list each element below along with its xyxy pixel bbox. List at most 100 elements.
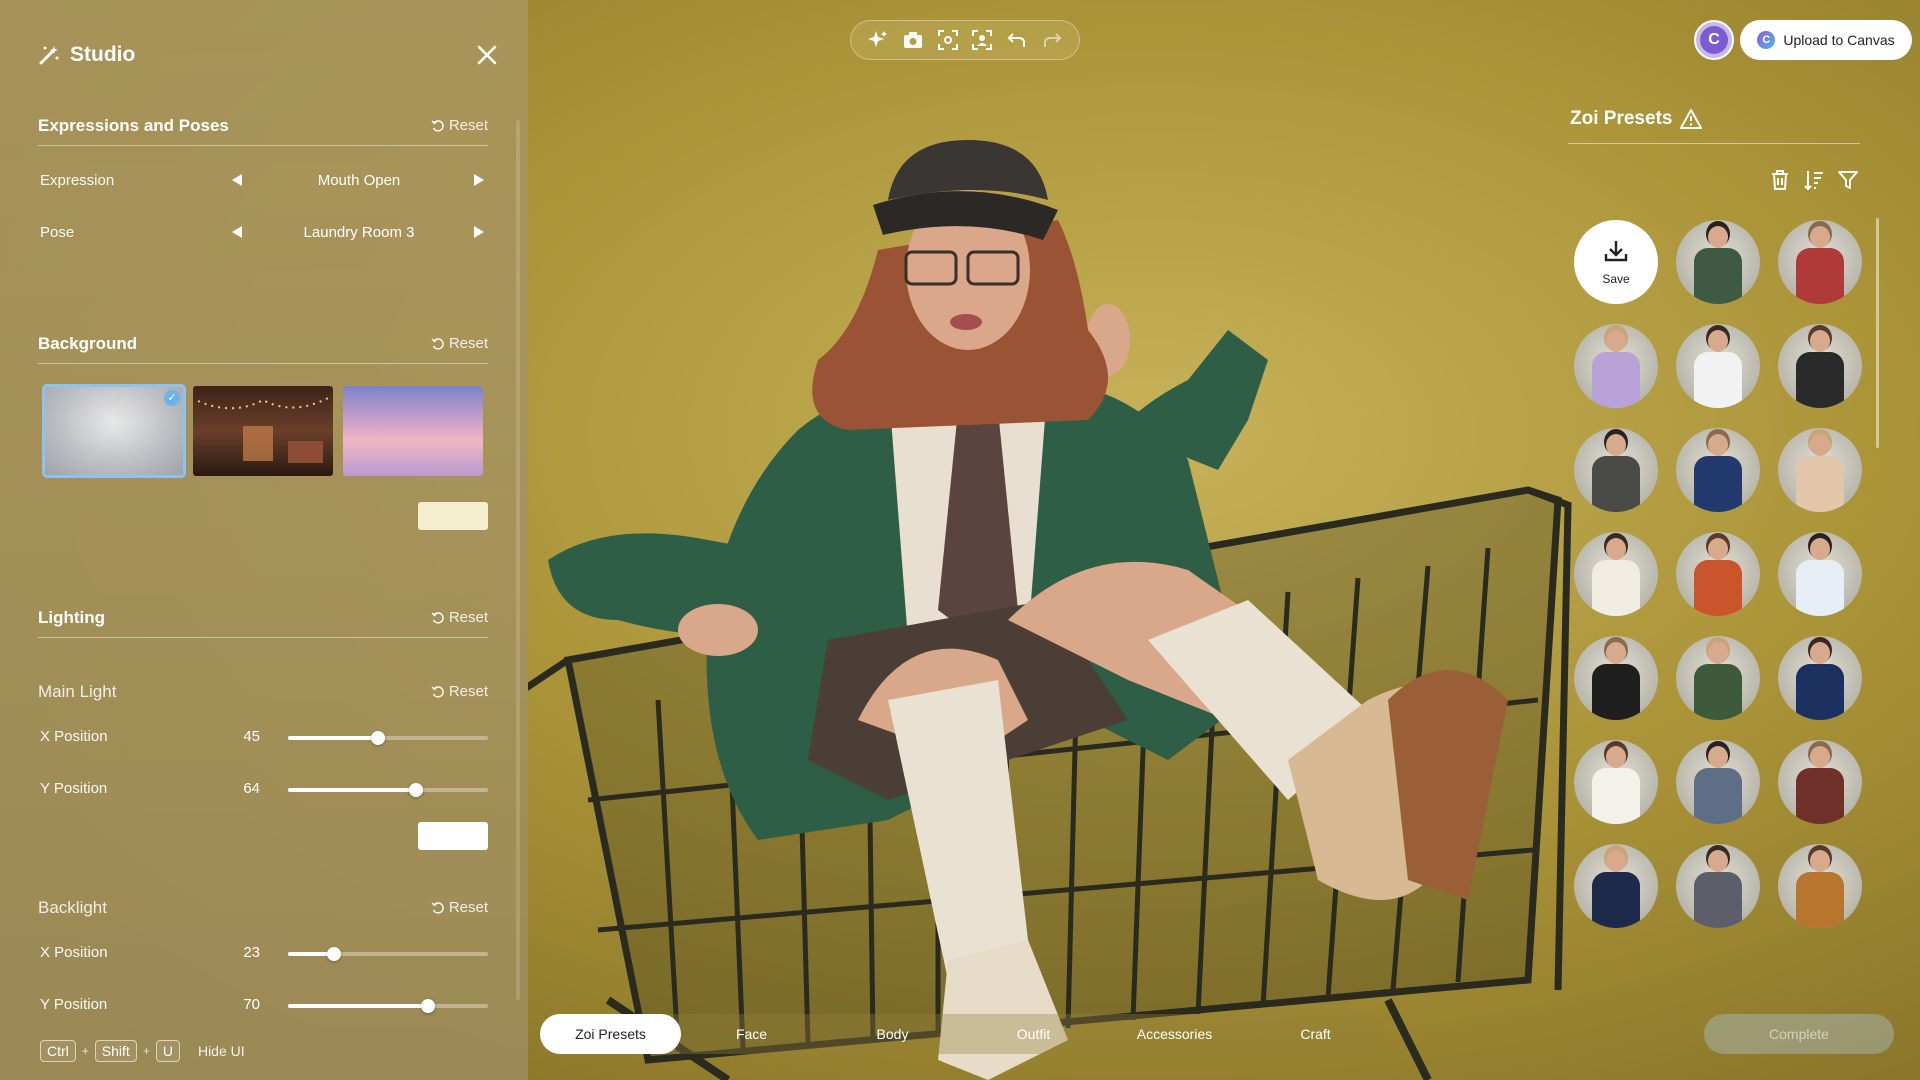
reset-icon xyxy=(431,337,444,350)
preset-thumbnail[interactable] xyxy=(1676,532,1760,616)
tab-zoi-presets[interactable]: Zoi Presets xyxy=(540,1014,681,1054)
reset-button[interactable]: Reset xyxy=(431,335,488,352)
face-capture-icon[interactable] xyxy=(970,28,994,52)
background-thumbnail-studio[interactable]: ✓ xyxy=(42,384,186,478)
studio-panel: Studio Expressions and Poses Reset Expre… xyxy=(0,0,528,1080)
preset-head xyxy=(1810,746,1830,768)
background-thumbnail-sky[interactable] xyxy=(343,386,483,476)
preset-thumbnail[interactable] xyxy=(1574,636,1658,720)
main-light-color-swatch[interactable] xyxy=(418,822,488,850)
pose-next-button[interactable] xyxy=(474,226,484,238)
preset-outfit xyxy=(1694,560,1742,616)
upload-label: Upload to Canvas xyxy=(1783,32,1895,48)
string-lights-icon xyxy=(197,397,329,463)
preset-thumbnail[interactable] xyxy=(1676,740,1760,824)
presets-title: Zoi Presets xyxy=(1570,108,1673,129)
preset-outfit xyxy=(1694,768,1742,824)
main-light-x-slider[interactable] xyxy=(288,731,488,745)
preset-outfit xyxy=(1694,664,1742,720)
main-light-x-row: X Position 45 xyxy=(40,726,488,750)
reset-label: Reset xyxy=(448,609,488,626)
preset-thumbnail[interactable] xyxy=(1574,844,1658,928)
background-thumbnail-room[interactable] xyxy=(193,386,333,476)
background-section-header: Background Reset xyxy=(38,334,488,364)
filter-icon[interactable] xyxy=(1836,168,1860,192)
preset-head xyxy=(1810,330,1830,352)
preset-thumbnail[interactable] xyxy=(1778,740,1862,824)
reset-button[interactable]: Reset xyxy=(431,899,488,916)
tab-face[interactable]: Face xyxy=(681,1014,822,1054)
tab-outfit[interactable]: Outfit xyxy=(963,1014,1104,1054)
tab-craft[interactable]: Craft xyxy=(1245,1014,1386,1054)
preset-head xyxy=(1708,642,1728,664)
slider-thumb[interactable] xyxy=(327,947,341,961)
save-label: Save xyxy=(1602,272,1630,286)
upload-to-canvas-button[interactable]: C Upload to Canvas xyxy=(1740,20,1912,60)
preset-thumbnail[interactable] xyxy=(1778,532,1862,616)
panel-header: Studio xyxy=(38,40,500,70)
hide-ui-hotkey: Ctrl + Shift + U Hide UI xyxy=(40,1040,245,1062)
main-light-y-slider[interactable] xyxy=(288,783,488,797)
close-icon[interactable] xyxy=(474,42,500,68)
preset-thumbnail[interactable] xyxy=(1778,844,1862,928)
trash-icon[interactable] xyxy=(1768,168,1792,192)
sparkle-icon[interactable] xyxy=(866,28,890,52)
lighting-section-header: Lighting Reset xyxy=(38,608,488,638)
backlight-y-row: Y Position 70 xyxy=(40,994,488,1018)
preset-thumbnail[interactable] xyxy=(1676,844,1760,928)
panel-scrollbar[interactable] xyxy=(516,120,520,1000)
preset-outfit xyxy=(1796,664,1844,720)
preset-outfit xyxy=(1592,872,1640,928)
preset-outfit xyxy=(1796,872,1844,928)
preset-head xyxy=(1606,434,1626,456)
expression-prev-button[interactable] xyxy=(232,174,242,186)
presets-scrollbar[interactable] xyxy=(1876,218,1879,448)
preset-thumbnail[interactable] xyxy=(1574,324,1658,408)
preset-thumbnail[interactable] xyxy=(1574,428,1658,512)
preset-thumbnail[interactable] xyxy=(1778,324,1862,408)
preset-thumbnail[interactable] xyxy=(1574,740,1658,824)
preset-thumbnail[interactable] xyxy=(1676,428,1760,512)
background-color-swatch[interactable] xyxy=(418,502,488,530)
redo-icon[interactable] xyxy=(1040,28,1064,52)
pose-value: Laundry Room 3 xyxy=(303,224,415,241)
backlight-x-slider[interactable] xyxy=(288,947,488,961)
preset-thumbnail[interactable] xyxy=(1574,532,1658,616)
warning-icon[interactable] xyxy=(1680,108,1702,130)
preset-thumbnail[interactable] xyxy=(1676,220,1760,304)
preset-head xyxy=(1606,330,1626,352)
presets-tools xyxy=(1768,168,1860,194)
user-avatar[interactable]: C xyxy=(1694,20,1734,60)
preset-outfit xyxy=(1694,248,1742,304)
pose-prev-button[interactable] xyxy=(232,226,242,238)
preset-thumbnail[interactable] xyxy=(1778,428,1862,512)
backlight-y-slider[interactable] xyxy=(288,999,488,1013)
save-preset-button[interactable]: Save xyxy=(1574,220,1658,304)
complete-button[interactable]: Complete xyxy=(1704,1014,1894,1054)
expression-row: Expression Mouth Open xyxy=(40,170,488,194)
tab-body[interactable]: Body xyxy=(822,1014,963,1054)
reset-button[interactable]: Reset xyxy=(431,683,488,700)
camera-icon[interactable] xyxy=(901,28,925,52)
presets-header: Zoi Presets xyxy=(1568,106,1860,144)
slider-thumb[interactable] xyxy=(371,731,385,745)
preset-head xyxy=(1606,850,1626,872)
preset-thumbnail[interactable] xyxy=(1778,636,1862,720)
slider-thumb[interactable] xyxy=(409,783,423,797)
x-position-value: 23 xyxy=(243,944,260,961)
tab-accessories[interactable]: Accessories xyxy=(1104,1014,1245,1054)
preset-head xyxy=(1708,746,1728,768)
preset-thumbnail[interactable] xyxy=(1676,324,1760,408)
reset-button[interactable]: Reset xyxy=(431,117,488,134)
reset-button[interactable]: Reset xyxy=(431,609,488,626)
key-u: U xyxy=(155,1040,180,1062)
expression-next-button[interactable] xyxy=(474,174,484,186)
undo-icon[interactable] xyxy=(1005,28,1029,52)
preset-head xyxy=(1810,226,1830,248)
sort-icon[interactable] xyxy=(1802,168,1826,192)
preset-thumbnail[interactable] xyxy=(1778,220,1862,304)
preset-head xyxy=(1708,538,1728,560)
focus-frame-icon[interactable] xyxy=(936,28,960,52)
preset-thumbnail[interactable] xyxy=(1676,636,1760,720)
slider-thumb[interactable] xyxy=(421,999,435,1013)
